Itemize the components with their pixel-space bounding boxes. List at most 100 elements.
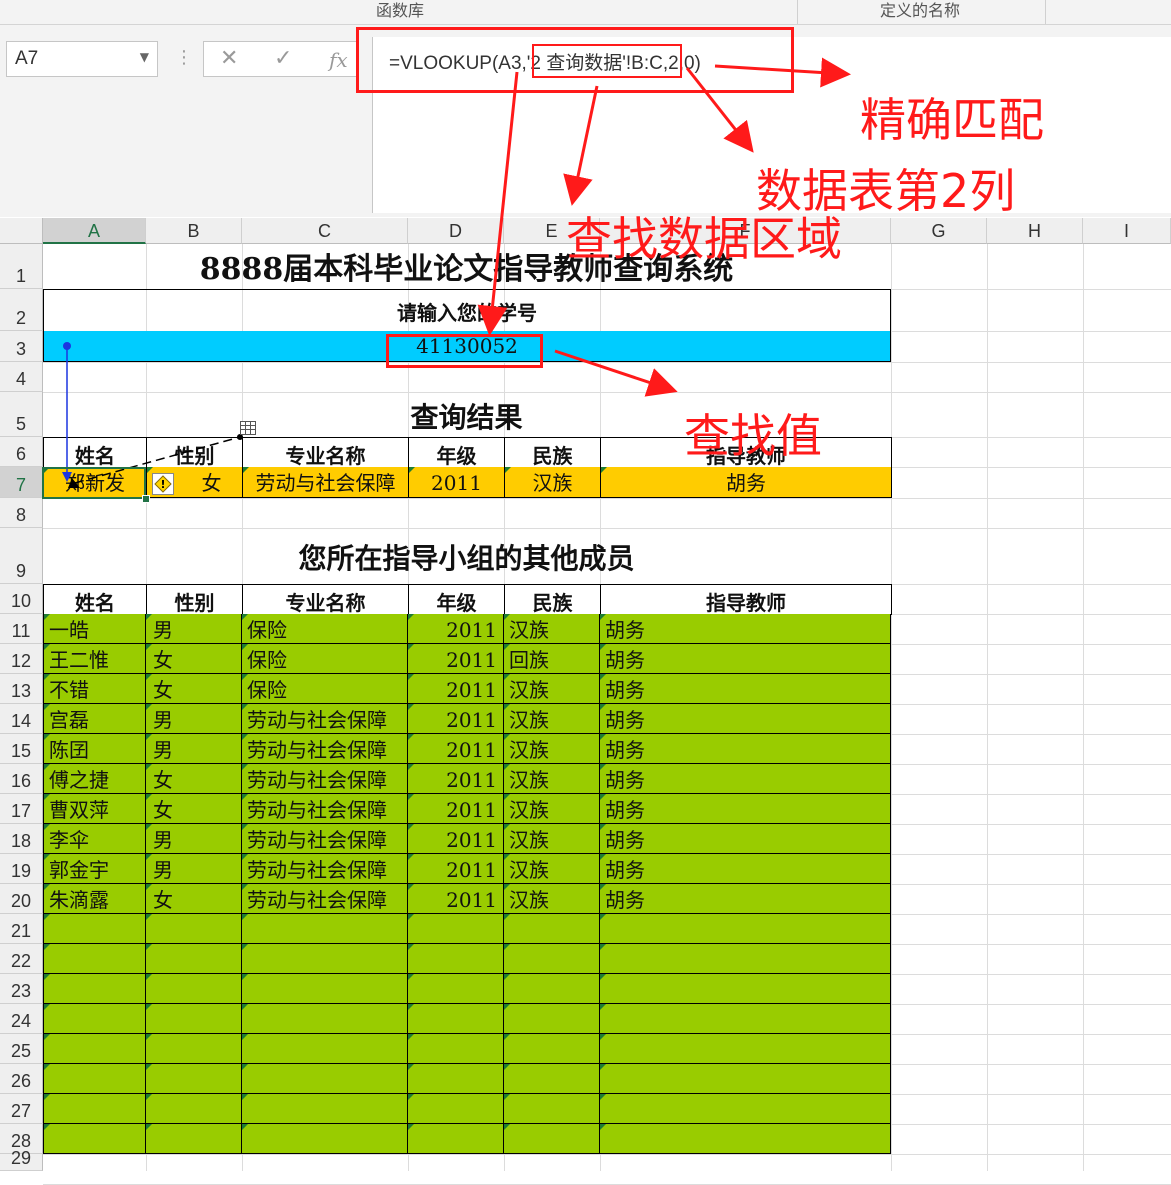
member-cell[interactable]	[600, 1034, 891, 1064]
ribbon-group-function-library[interactable]: 函数库	[320, 0, 480, 24]
row-header-6[interactable]: 6	[0, 437, 43, 467]
member-cell[interactable]	[408, 944, 504, 974]
member-cell[interactable]: 女	[146, 794, 242, 824]
member-cell[interactable]: 汉族	[504, 734, 600, 764]
result-cell[interactable]: 2011	[408, 467, 505, 498]
row-header-2[interactable]: 2	[0, 289, 43, 331]
member-cell[interactable]: 2011	[408, 644, 504, 674]
member-header-cell[interactable]: 指导教师	[600, 584, 892, 615]
member-cell[interactable]	[600, 944, 891, 974]
member-cell[interactable]: 保险	[242, 674, 408, 704]
member-cell[interactable]	[146, 1124, 242, 1154]
member-cell[interactable]	[146, 1034, 242, 1064]
member-cell[interactable]	[600, 1064, 891, 1094]
member-cell[interactable]	[242, 1124, 408, 1154]
member-cell[interactable]	[146, 1004, 242, 1034]
member-cell[interactable]: 不错	[43, 674, 146, 704]
column-header-h[interactable]: H	[987, 218, 1083, 244]
row-header-11[interactable]: 11	[0, 614, 43, 644]
member-cell[interactable]: 汉族	[504, 854, 600, 884]
cancel-icon[interactable]: ✕	[220, 46, 238, 71]
member-cell[interactable]	[242, 1094, 408, 1124]
member-cell[interactable]	[504, 1094, 600, 1124]
member-cell[interactable]: 劳动与社会保障	[242, 884, 408, 914]
member-cell[interactable]	[43, 1034, 146, 1064]
member-cell[interactable]	[408, 974, 504, 1004]
member-cell[interactable]	[43, 944, 146, 974]
member-cell[interactable]	[146, 974, 242, 1004]
member-cell[interactable]	[600, 1124, 891, 1154]
member-cell[interactable]	[146, 914, 242, 944]
column-header-c[interactable]: C	[242, 218, 408, 244]
member-cell[interactable]: 劳动与社会保障	[242, 764, 408, 794]
column-header-i[interactable]: I	[1083, 218, 1171, 244]
member-cell[interactable]	[146, 944, 242, 974]
member-cell[interactable]: 胡务	[600, 644, 891, 674]
member-cell[interactable]: 胡务	[600, 734, 891, 764]
member-cell[interactable]	[504, 944, 600, 974]
row-header-15[interactable]: 15	[0, 734, 43, 764]
member-cell[interactable]: 2011	[408, 734, 504, 764]
member-cell[interactable]: 汉族	[504, 824, 600, 854]
member-cell[interactable]: 郭金宇	[43, 854, 146, 884]
prompt-label[interactable]: 请输入您的学号	[43, 289, 891, 332]
member-cell[interactable]	[600, 1094, 891, 1124]
member-cell[interactable]: 回族	[504, 644, 600, 674]
member-cell[interactable]	[408, 1034, 504, 1064]
member-cell[interactable]	[408, 1064, 504, 1094]
member-cell[interactable]: 汉族	[504, 764, 600, 794]
chevron-down-icon[interactable]: ▼	[140, 50, 149, 64]
member-cell[interactable]: 2011	[408, 704, 504, 734]
row-header-24[interactable]: 24	[0, 1004, 43, 1034]
member-cell[interactable]: 2011	[408, 854, 504, 884]
member-cell[interactable]: 男	[146, 734, 242, 764]
row-header-25[interactable]: 25	[0, 1034, 43, 1064]
select-all-corner[interactable]	[0, 218, 43, 244]
result-header-cell[interactable]: 姓名	[43, 437, 147, 468]
member-header-cell[interactable]: 专业名称	[242, 584, 409, 615]
group-title[interactable]: 您所在指导小组的其他成员	[43, 528, 890, 584]
member-cell[interactable]	[242, 974, 408, 1004]
member-cell[interactable]	[408, 1094, 504, 1124]
row-header-1[interactable]: 1	[0, 244, 43, 289]
member-cell[interactable]	[504, 1124, 600, 1154]
row-header-14[interactable]: 14	[0, 704, 43, 734]
row-header-10[interactable]: 10	[0, 584, 43, 614]
result-cell[interactable]: 郑新发	[43, 467, 147, 498]
member-header-cell[interactable]: 年级	[408, 584, 505, 615]
row-header-5[interactable]: 5	[0, 392, 43, 437]
member-cell[interactable]: 男	[146, 854, 242, 884]
member-cell[interactable]: 劳动与社会保障	[242, 704, 408, 734]
row-header-27[interactable]: 27	[0, 1094, 43, 1124]
member-cell[interactable]	[43, 914, 146, 944]
table-icon[interactable]	[240, 421, 256, 435]
fill-handle[interactable]	[142, 495, 150, 503]
row-header-20[interactable]: 20	[0, 884, 43, 914]
member-cell[interactable]	[600, 914, 891, 944]
member-cell[interactable]: 胡务	[600, 614, 891, 644]
member-cell[interactable]	[242, 1064, 408, 1094]
member-cell[interactable]: 曹双萍	[43, 794, 146, 824]
member-cell[interactable]: 2011	[408, 674, 504, 704]
member-cell[interactable]	[242, 1034, 408, 1064]
member-cell[interactable]	[408, 1124, 504, 1154]
row-header-19[interactable]: 19	[0, 854, 43, 884]
row-header-7[interactable]: 7	[0, 467, 43, 498]
member-cell[interactable]	[504, 914, 600, 944]
member-cell[interactable]: 男	[146, 704, 242, 734]
member-cell[interactable]: 胡务	[600, 854, 891, 884]
ribbon-group-defined-names[interactable]: 定义的名称	[840, 0, 1000, 24]
member-cell[interactable]	[600, 974, 891, 1004]
member-cell[interactable]	[146, 1064, 242, 1094]
member-cell[interactable]	[504, 1034, 600, 1064]
member-cell[interactable]: 女	[146, 884, 242, 914]
member-cell[interactable]: 2011	[408, 824, 504, 854]
function-icon[interactable]: fx	[329, 48, 348, 72]
member-cell[interactable]	[43, 1094, 146, 1124]
member-cell[interactable]	[600, 1004, 891, 1034]
member-cell[interactable]: 李伞	[43, 824, 146, 854]
member-cell[interactable]: 2011	[408, 764, 504, 794]
member-cell[interactable]: 汉族	[504, 884, 600, 914]
member-header-cell[interactable]: 民族	[504, 584, 601, 615]
member-cell[interactable]: 女	[146, 644, 242, 674]
